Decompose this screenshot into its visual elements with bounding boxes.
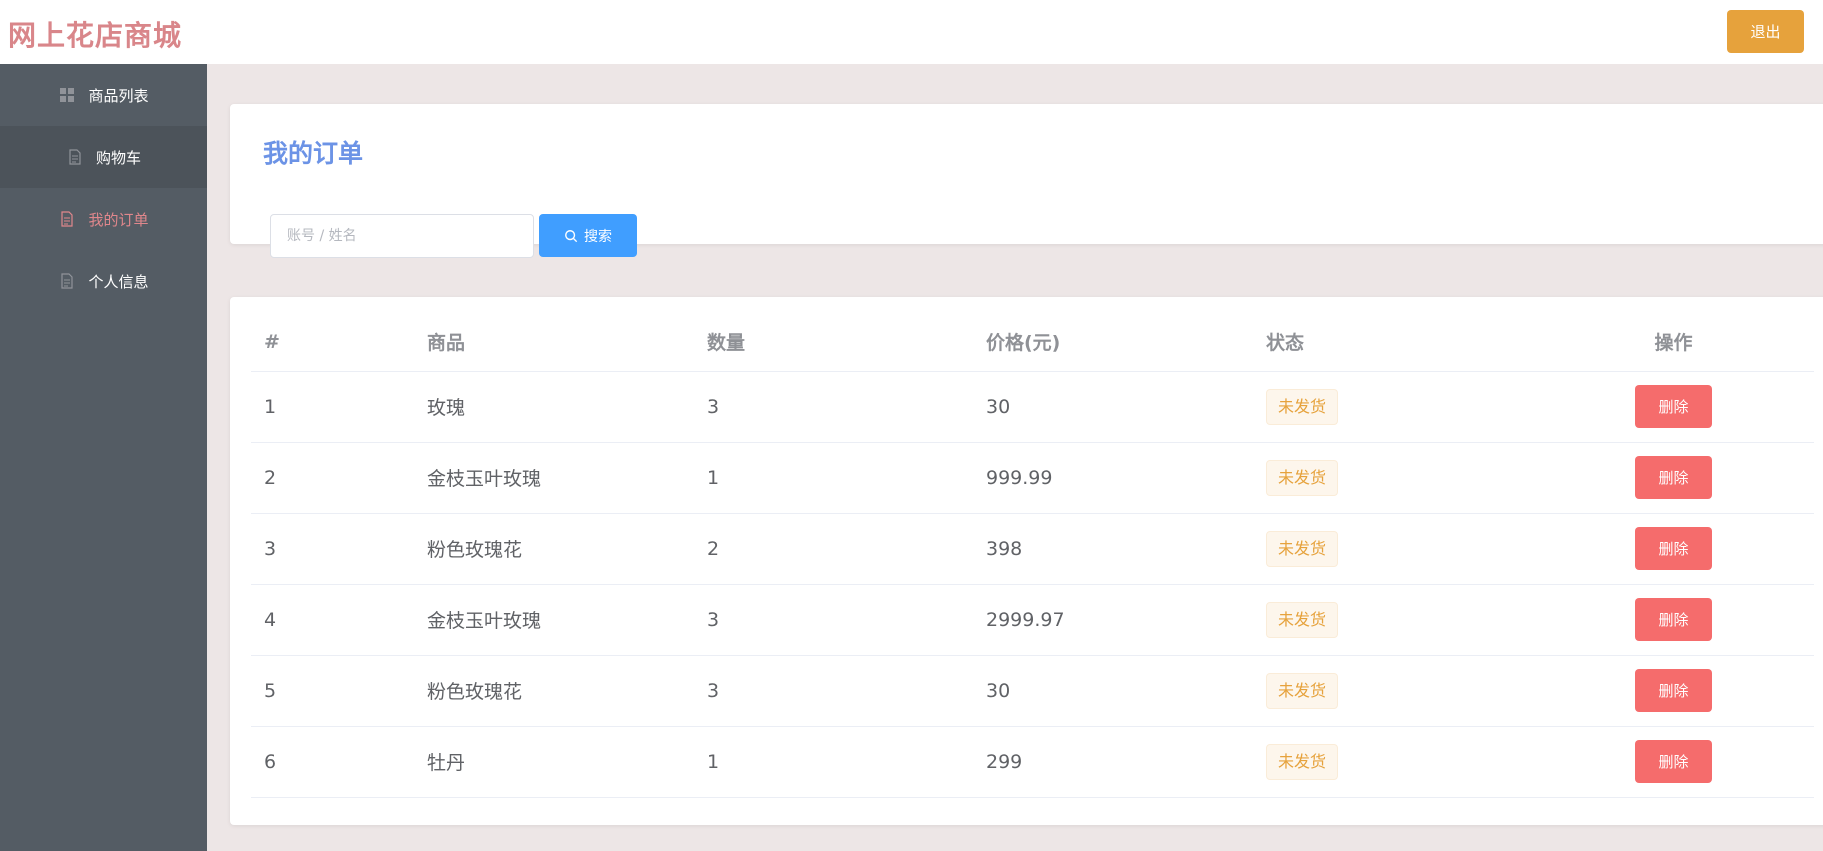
cell-quantity: 1 [694,442,973,514]
cell-price: 30 [973,655,1253,727]
status-badge: 未发货 [1266,388,1339,425]
cell-price: 999.99 [973,442,1253,514]
cell-actions: 删除 [1533,371,1814,443]
cell-quantity: 3 [694,371,973,443]
column-header-actions: 操作 [1533,313,1814,372]
orders-card: # 商品 数量 价格(元) 状态 操作 1 玫瑰 3 30 未发货 删除 2 金… [230,297,1823,825]
cell-price: 30 [973,371,1253,443]
cell-actions: 删除 [1533,726,1814,798]
cell-index: 2 [251,442,414,514]
search-icon [565,229,578,242]
cell-price: 2999.97 [973,584,1253,656]
status-badge: 未发货 [1266,459,1339,496]
sidebar-item-label: 商品列表 [88,86,149,105]
document-icon [58,210,76,228]
table-row: 4 金枝玉叶玫瑰 3 2999.97 未发货 删除 [251,584,1814,656]
cell-status: 未发货 [1253,655,1533,727]
sidebar-item-product-list[interactable]: 商品列表 [0,64,207,126]
status-badge: 未发货 [1266,743,1339,780]
cell-actions: 删除 [1533,655,1814,727]
orders-table: # 商品 数量 价格(元) 状态 操作 1 玫瑰 3 30 未发货 删除 2 金… [251,313,1814,798]
top-bar: 网上花店商城 退出 [0,0,1823,64]
sidebar-item-label: 个人信息 [88,272,149,291]
column-header-status: 状态 [1253,313,1533,372]
cell-price: 299 [973,726,1253,798]
search-card: 我的订单 [230,104,1823,258]
table-row: 6 牡丹 1 299 未发货 删除 [251,726,1814,798]
table-header-row: # 商品 数量 价格(元) 状态 操作 [251,313,1814,372]
cell-actions: 删除 [1533,513,1814,585]
column-header-product: 商品 [414,313,694,372]
sidebar-item-label: 购物车 [95,148,141,167]
search-button-label: 搜索 [584,228,612,245]
cell-product: 粉色玫瑰花 [414,513,694,585]
cell-index: 6 [251,726,414,798]
cell-status: 未发货 [1253,442,1533,514]
cell-price: 398 [973,513,1253,585]
logout-button[interactable]: 退出 [1727,10,1804,53]
sidebar-item-my-orders[interactable]: 我的订单 [0,188,207,250]
table-row: 2 金枝玉叶玫瑰 1 999.99 未发货 删除 [251,442,1814,514]
cell-quantity: 2 [694,513,973,585]
cell-index: 1 [251,371,414,443]
delete-button[interactable]: 删除 [1635,385,1712,428]
delete-button[interactable]: 删除 [1635,456,1712,499]
table-row: 5 粉色玫瑰花 3 30 未发货 删除 [251,655,1814,727]
cell-status: 未发货 [1253,513,1533,585]
brand-title: 网上花店商城 [8,19,183,52]
document-icon [58,272,76,290]
delete-button[interactable]: 删除 [1635,740,1712,783]
grid-icon [58,86,76,104]
sidebar: 商品列表 购物车 我的订单 个人信息 [0,64,207,851]
cell-quantity: 3 [694,584,973,656]
cell-product: 粉色玫瑰花 [414,655,694,727]
search-input[interactable] [270,214,534,258]
cell-status: 未发货 [1253,726,1533,798]
cell-index: 5 [251,655,414,727]
sidebar-item-label: 我的订单 [88,210,149,229]
cell-status: 未发货 [1253,584,1533,656]
table-row: 1 玫瑰 3 30 未发货 删除 [251,371,1814,443]
table-row: 3 粉色玫瑰花 2 398 未发货 删除 [251,513,1814,585]
cell-quantity: 3 [694,655,973,727]
cell-index: 4 [251,584,414,656]
delete-button[interactable]: 删除 [1635,669,1712,712]
cell-product: 金枝玉叶玫瑰 [414,584,694,656]
status-badge: 未发货 [1266,672,1339,709]
cell-actions: 删除 [1533,442,1814,514]
page-title: 我的订单 [263,139,364,168]
status-badge: 未发货 [1266,601,1339,638]
main-content: 我的订单 搜索 # 商品 数量 价格(元) 状态 操作 1 玫瑰 [207,64,1823,851]
status-badge: 未发货 [1266,530,1339,567]
sidebar-item-cart[interactable]: 购物车 [0,126,207,188]
cell-actions: 删除 [1533,584,1814,656]
column-header-price: 价格(元) [973,313,1253,372]
cell-product: 玫瑰 [414,371,694,443]
column-header-index: # [251,313,414,372]
delete-button[interactable]: 删除 [1635,527,1712,570]
cell-quantity: 1 [694,726,973,798]
document-icon [66,148,84,166]
delete-button[interactable]: 删除 [1635,598,1712,641]
cell-product: 牡丹 [414,726,694,798]
cell-status: 未发货 [1253,371,1533,443]
search-button[interactable]: 搜索 [539,214,637,257]
cell-product: 金枝玉叶玫瑰 [414,442,694,514]
cell-index: 3 [251,513,414,585]
column-header-quantity: 数量 [694,313,973,372]
sidebar-item-profile[interactable]: 个人信息 [0,250,207,312]
